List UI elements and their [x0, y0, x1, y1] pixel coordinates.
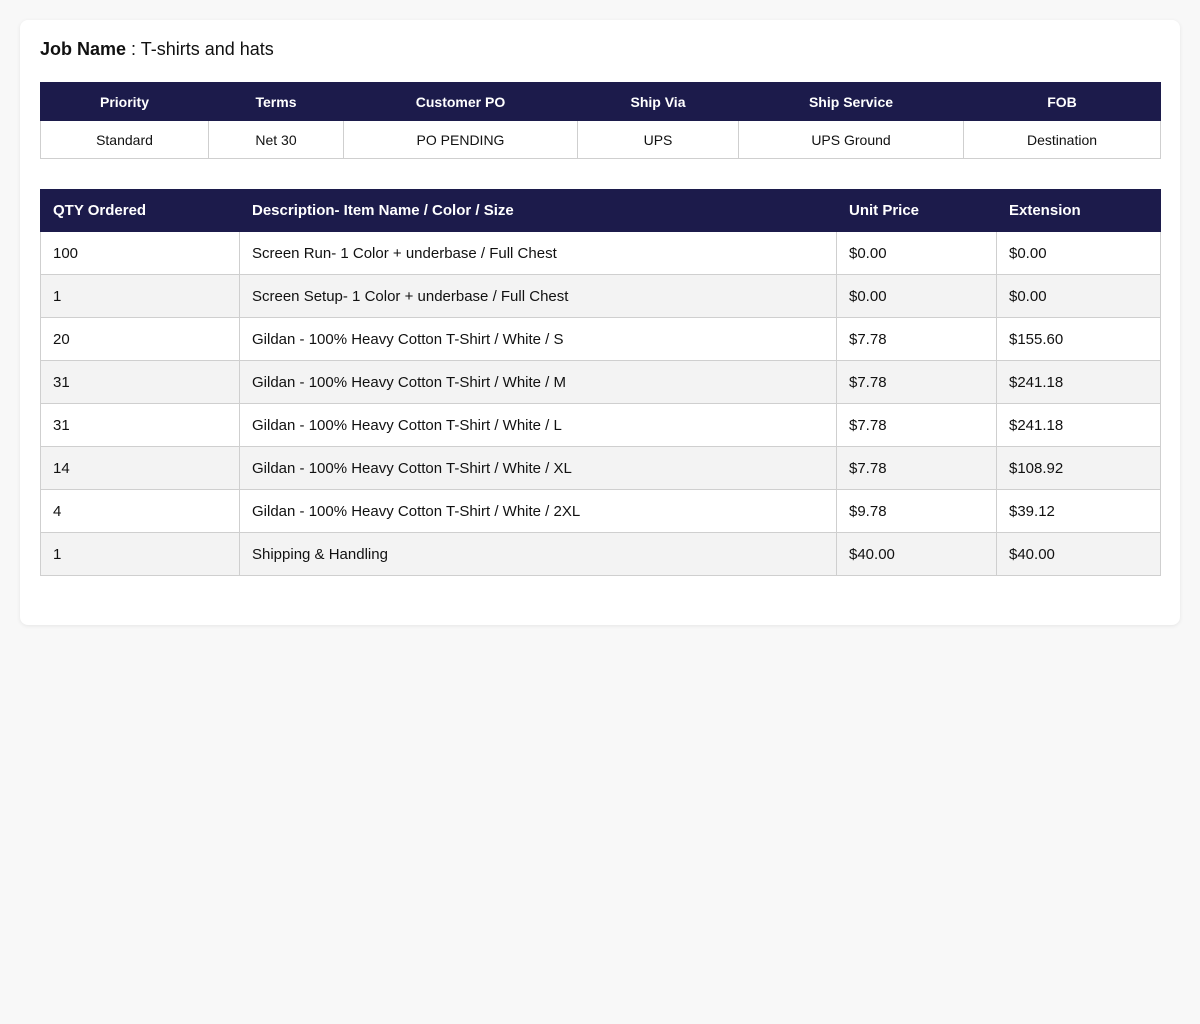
table-row: 100 Screen Run- 1 Color + underbase / Fu…: [40, 231, 1161, 275]
unit-price-header: Unit Price: [836, 189, 997, 232]
extension-cell: $0.00: [996, 231, 1161, 275]
order-info-header-priority: Priority: [40, 82, 209, 121]
unit-price-cell: $7.78: [836, 403, 997, 447]
qty-cell: 1: [40, 274, 240, 318]
job-name-separator: :: [126, 39, 141, 59]
qty-cell: 31: [40, 403, 240, 447]
qty-cell: 100: [40, 231, 240, 275]
ship-service-value: UPS Ground: [738, 120, 964, 159]
description-cell: Gildan - 100% Heavy Cotton T-Shirt / Whi…: [239, 317, 837, 361]
unit-price-cell: $9.78: [836, 489, 997, 533]
qty-cell: 14: [40, 446, 240, 490]
extension-cell: $155.60: [996, 317, 1161, 361]
ship-via-value: UPS: [577, 120, 739, 159]
order-info-table: Priority Terms Customer PO Ship Via Ship…: [40, 82, 1161, 159]
description-cell: Gildan - 100% Heavy Cotton T-Shirt / Whi…: [239, 403, 837, 447]
priority-value: Standard: [40, 120, 209, 159]
table-row: 14 Gildan - 100% Heavy Cotton T-Shirt / …: [40, 446, 1161, 490]
order-info-header-fob: FOB: [963, 82, 1161, 121]
description-cell: Gildan - 100% Heavy Cotton T-Shirt / Whi…: [239, 446, 837, 490]
extension-header: Extension: [996, 189, 1161, 232]
extension-cell: $108.92: [996, 446, 1161, 490]
unit-price-cell: $7.78: [836, 317, 997, 361]
unit-price-cell: $7.78: [836, 446, 997, 490]
description-cell: Shipping & Handling: [239, 532, 837, 576]
extension-cell: $241.18: [996, 403, 1161, 447]
table-row: 1 Shipping & Handling $40.00 $40.00: [40, 532, 1161, 576]
table-row: 31 Gildan - 100% Heavy Cotton T-Shirt / …: [40, 403, 1161, 447]
qty-cell: 1: [40, 532, 240, 576]
description-cell: Screen Setup- 1 Color + underbase / Full…: [239, 274, 837, 318]
qty-ordered-header: QTY Ordered: [40, 189, 240, 232]
fob-value: Destination: [963, 120, 1161, 159]
line-items-header-row: QTY Ordered Description- Item Name / Col…: [40, 189, 1161, 232]
table-row: 4 Gildan - 100% Heavy Cotton T-Shirt / W…: [40, 489, 1161, 533]
description-header: Description- Item Name / Color / Size: [239, 189, 837, 232]
extension-cell: $39.12: [996, 489, 1161, 533]
job-name-line: Job Name : T-shirts and hats: [40, 38, 1160, 60]
order-info-header-ship-service: Ship Service: [738, 82, 964, 121]
order-card: Job Name : T-shirts and hats Priority Te…: [20, 20, 1180, 625]
customer-po-value: PO PENDING: [343, 120, 578, 159]
job-name-value: T-shirts and hats: [140, 39, 274, 59]
description-cell: Gildan - 100% Heavy Cotton T-Shirt / Whi…: [239, 360, 837, 404]
qty-cell: 4: [40, 489, 240, 533]
qty-cell: 31: [40, 360, 240, 404]
job-name-label: Job Name: [40, 39, 127, 59]
unit-price-cell: $7.78: [836, 360, 997, 404]
order-info-header-customer-po: Customer PO: [343, 82, 578, 121]
unit-price-cell: $0.00: [836, 274, 997, 318]
table-row: 1 Screen Setup- 1 Color + underbase / Fu…: [40, 274, 1161, 318]
unit-price-cell: $0.00: [836, 231, 997, 275]
extension-cell: $40.00: [996, 532, 1161, 576]
order-info-header-ship-via: Ship Via: [577, 82, 739, 121]
terms-value: Net 30: [208, 120, 344, 159]
table-row: 31 Gildan - 100% Heavy Cotton T-Shirt / …: [40, 360, 1161, 404]
description-cell: Screen Run- 1 Color + underbase / Full C…: [239, 231, 837, 275]
qty-cell: 20: [40, 317, 240, 361]
line-items-table: QTY Ordered Description- Item Name / Col…: [40, 189, 1161, 576]
description-cell: Gildan - 100% Heavy Cotton T-Shirt / Whi…: [239, 489, 837, 533]
table-row: 20 Gildan - 100% Heavy Cotton T-Shirt / …: [40, 317, 1161, 361]
order-info-header-terms: Terms: [208, 82, 344, 121]
extension-cell: $0.00: [996, 274, 1161, 318]
extension-cell: $241.18: [996, 360, 1161, 404]
order-info-header-row: Priority Terms Customer PO Ship Via Ship…: [40, 82, 1161, 121]
order-info-value-row: Standard Net 30 PO PENDING UPS UPS Groun…: [40, 120, 1161, 159]
unit-price-cell: $40.00: [836, 532, 997, 576]
